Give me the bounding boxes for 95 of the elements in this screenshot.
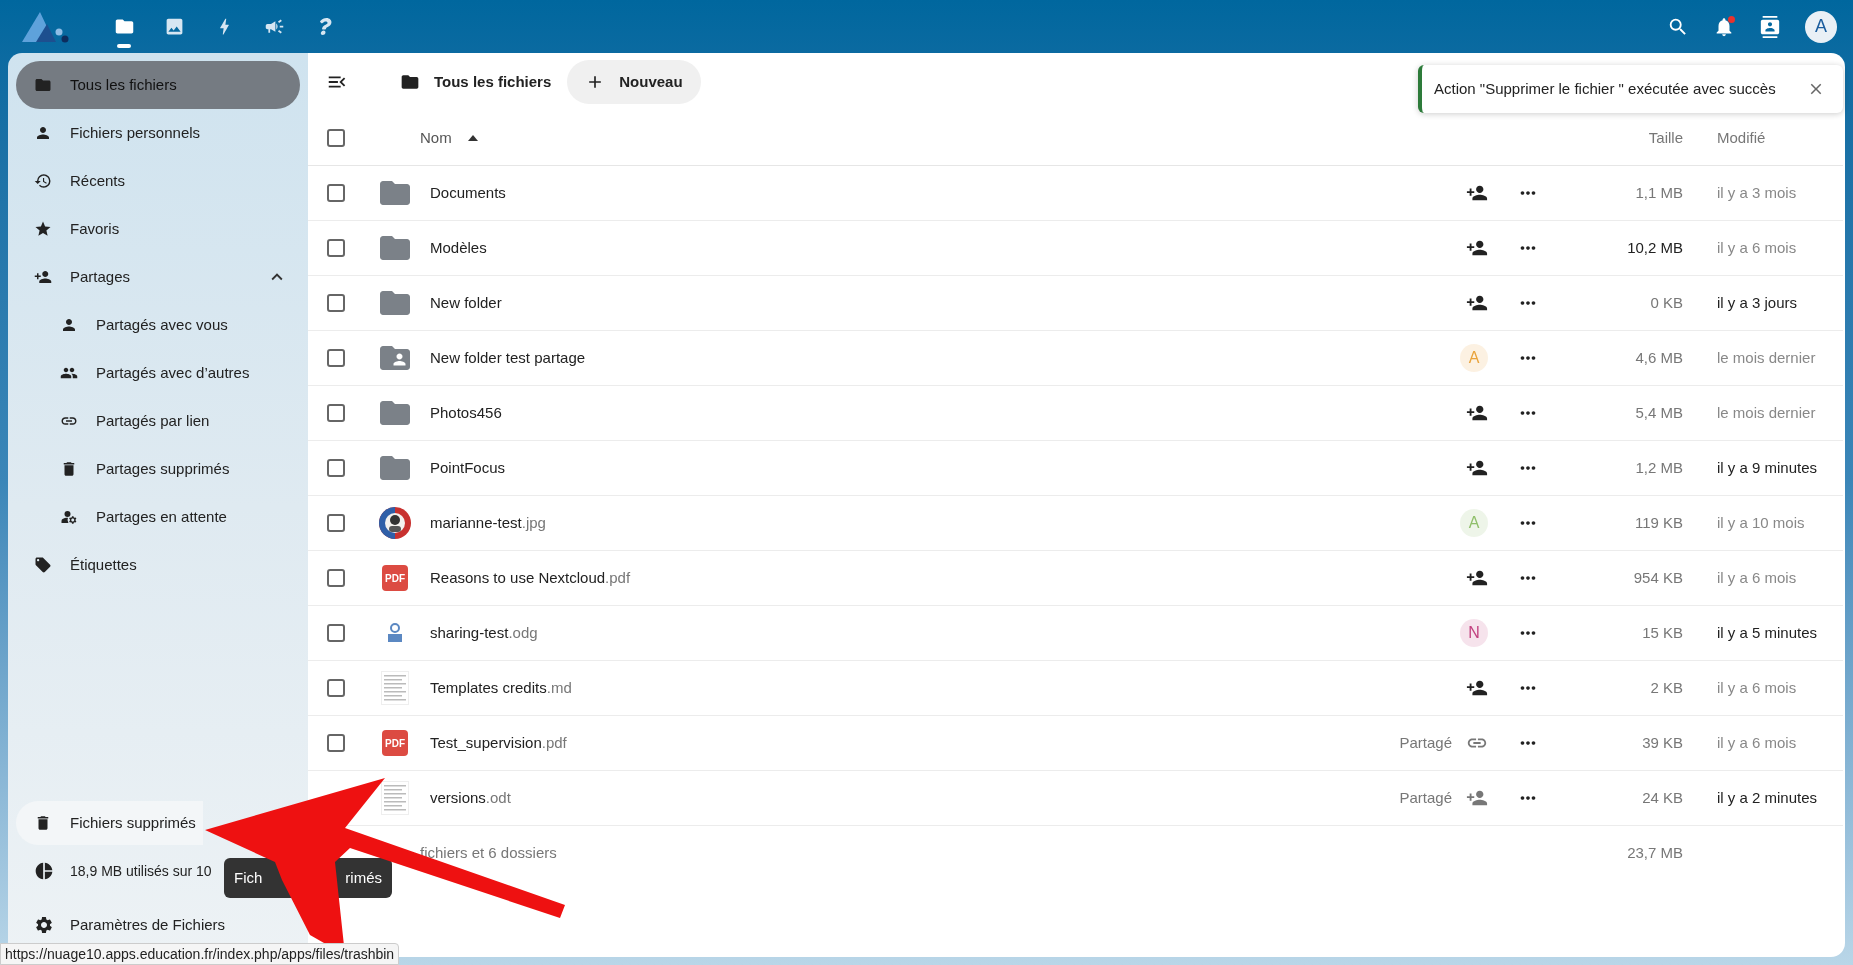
modified-date: il y a 6 mois: [1716, 237, 1798, 258]
file-name[interactable]: Reasons to use Nextcloud.pdf: [420, 566, 1466, 590]
checkbox[interactable]: [327, 514, 345, 532]
file-name[interactable]: New folder test partage: [420, 346, 1460, 370]
person-icon: [387, 623, 403, 643]
modified-date: il y a 6 mois: [1716, 677, 1798, 698]
modified-date: il y a 2 minutes: [1716, 787, 1819, 808]
modified-date: il y a 6 mois: [1716, 732, 1798, 753]
file-size: 119 KB: [1633, 512, 1683, 533]
folder-icon: [400, 72, 420, 92]
modified-date: le mois dernier: [1716, 402, 1817, 423]
file-name[interactable]: marianne-test.jpg: [420, 511, 1460, 535]
file-size: 1,1 MB: [1634, 182, 1683, 203]
file-name[interactable]: PointFocus: [420, 456, 1466, 480]
checkbox[interactable]: [327, 734, 345, 752]
sidebar-item[interactable]: Fichiers personnels: [16, 109, 300, 157]
file-size: 10,2 MB: [1626, 237, 1683, 258]
document-thumbnail-icon: [381, 781, 409, 815]
person-clock-icon: [60, 508, 78, 526]
history-icon: [34, 172, 52, 190]
new-button[interactable]: Nouveau: [567, 60, 701, 104]
checkbox[interactable]: [327, 404, 345, 422]
checkbox[interactable]: [327, 624, 345, 642]
sidebar-item[interactable]: Partages en attente: [16, 493, 300, 541]
sidebar-item[interactable]: Récents: [16, 157, 300, 205]
tooltip-text: Fich: [234, 867, 263, 888]
user-avatar[interactable]: N: [1460, 619, 1488, 647]
modified-date: le mois dernier: [1716, 347, 1817, 368]
pdf-icon: PDF: [382, 565, 408, 591]
file-size: 15 KB: [1641, 622, 1683, 643]
pie-chart-icon: [34, 861, 54, 881]
add-person-icon: [34, 268, 52, 286]
tooltip-text: rimés: [345, 867, 382, 888]
folder-icon: [34, 76, 52, 94]
pdf-icon: PDF: [382, 730, 408, 756]
modified-date: il y a 5 minutes: [1716, 622, 1819, 643]
sidebar-item[interactable]: Partagés par lien: [16, 397, 300, 445]
checkbox[interactable]: [327, 459, 345, 477]
modified-date: il y a 9 minutes: [1716, 457, 1819, 478]
sidebar-item[interactable]: Favoris: [16, 205, 300, 253]
breadcrumb[interactable]: Tous les fichiers: [400, 70, 552, 94]
storage-quota: 18,9 MB utilisés sur 10: [70, 861, 212, 881]
person-icon: [34, 124, 52, 142]
sidebar-item[interactable]: Partages: [16, 253, 300, 301]
checkbox[interactable]: [327, 679, 345, 697]
tag-icon: [34, 556, 52, 574]
checkbox[interactable]: [327, 184, 345, 202]
file-name[interactable]: Modèles: [420, 236, 1466, 260]
sidebar-item[interactable]: Partages supprimés: [16, 445, 300, 493]
file-size: 954 KB: [1632, 567, 1683, 588]
modified-date: il y a 3 jours: [1716, 292, 1799, 313]
file-size: 4,6 MB: [1634, 347, 1683, 368]
file-size: 1,2 MB: [1634, 457, 1683, 478]
active-indicator: [117, 43, 131, 48]
column-header[interactable]: Nom: [420, 126, 452, 150]
document-thumbnail-icon: [381, 671, 409, 705]
sidebar-item[interactable]: Partagés avec vous: [16, 301, 300, 349]
column-header[interactable]: Modifié: [1717, 126, 1766, 150]
checkbox[interactable]: [327, 239, 345, 257]
column-header[interactable]: Taille: [1648, 126, 1683, 150]
modified-date: il y a 3 mois: [1716, 182, 1798, 203]
file-size: 24 KB: [1641, 787, 1683, 808]
file-size: 39 KB: [1641, 732, 1683, 753]
shared-label: Partagé: [1399, 787, 1452, 808]
file-size: 2 KB: [1649, 677, 1683, 698]
file-name[interactable]: Test_supervision.pdf: [420, 731, 1400, 755]
person-icon: [60, 316, 78, 334]
file-name[interactable]: versions.odt: [420, 786, 1400, 810]
shared-label: Partagé: [1399, 732, 1452, 753]
sort-ascending-icon: [467, 135, 478, 141]
star-icon: [34, 220, 52, 238]
sidebar-item[interactable]: Tous les fichiers: [16, 61, 300, 109]
file-name[interactable]: Photos456: [420, 401, 1466, 425]
file-name[interactable]: sharing-test.odg: [420, 621, 1460, 645]
toast-message: Action "Supprimer le fichier " exécutée avec succès: [1434, 78, 1777, 99]
file-size: 0 KB: [1649, 292, 1683, 313]
sidebar-item[interactable]: Fichiers supprimés: [16, 801, 203, 845]
sidebar-item[interactable]: Étiquettes: [16, 541, 300, 589]
modified-date: il y a 10 mois: [1716, 512, 1806, 533]
user-avatar[interactable]: A: [1805, 10, 1837, 43]
checkbox[interactable]: [327, 294, 345, 312]
total-size: 23,7 MB: [1626, 843, 1683, 864]
checkbox[interactable]: [327, 129, 345, 147]
checkbox[interactable]: [327, 569, 345, 587]
status-url: https://nuage10.apps.education.fr/index.php/apps/files/trashbin: [0, 943, 400, 965]
file-summary: fichiers et 6 dossiers: [419, 843, 558, 864]
contacts-icon[interactable]: [1759, 15, 1781, 38]
checkbox[interactable]: [327, 349, 345, 367]
modified-date: il y a 6 mois: [1716, 567, 1798, 588]
settings-icon: [34, 915, 54, 935]
file-size: 5,4 MB: [1634, 402, 1683, 423]
file-name[interactable]: New folder: [420, 291, 1466, 315]
file-name[interactable]: Documents: [420, 181, 1466, 205]
file-name[interactable]: Templates credits.md: [420, 676, 1466, 700]
sidebar-item[interactable]: Partagés avec d’autres: [16, 349, 300, 397]
